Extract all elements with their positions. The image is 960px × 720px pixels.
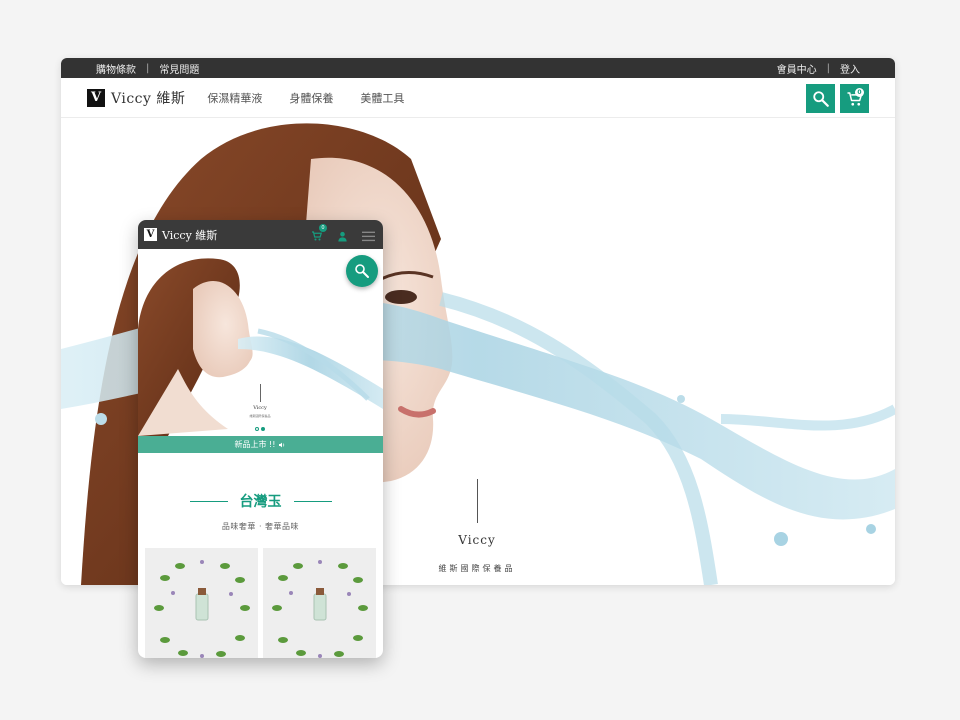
- login-link[interactable]: 登入: [840, 61, 860, 76]
- divider: [189, 500, 228, 502]
- speaker-icon: [279, 442, 285, 447]
- product-grid: [138, 548, 383, 658]
- carousel-dots: [255, 427, 265, 431]
- divider: [293, 500, 332, 502]
- mobile-hero: Viccy 維斯國際保養品: [138, 249, 383, 436]
- news-ticker[interactable]: 新品上市 !!: [138, 436, 383, 453]
- hero-brand: Viccy: [458, 533, 496, 547]
- search-icon: [812, 90, 829, 107]
- product-image: [263, 548, 376, 658]
- product-image: [145, 548, 258, 658]
- ticker-text: 新品上市 !!: [234, 440, 276, 449]
- logo-mark: V: [144, 228, 157, 241]
- hero-subtitle: 維斯國際保養品: [249, 414, 271, 418]
- mobile-window: V Viccy 維斯 0 Viccy 維斯國際保養品 新品上市 !! 台灣玉 品…: [138, 220, 383, 658]
- featured-section: 台灣玉 品味奢華 ‧ 奢華品味: [138, 453, 383, 658]
- menu-item-tools[interactable]: 美體工具: [360, 90, 404, 106]
- hero-subtitle: 維斯國際保養品: [438, 564, 516, 573]
- carousel-dot-active[interactable]: [261, 427, 265, 431]
- cart-count-badge: 0: [319, 224, 327, 232]
- product-card[interactable]: [263, 548, 376, 658]
- hamburger-icon[interactable]: [362, 231, 375, 242]
- mobile-header: V Viccy 維斯 0: [138, 220, 383, 249]
- faq-link[interactable]: 常見問題: [159, 61, 199, 76]
- main-navbar: V Viccy 維斯 保濕精華液 身體保養 美體工具 0: [61, 78, 895, 118]
- user-icon[interactable]: [337, 231, 348, 242]
- search-button[interactable]: [806, 84, 835, 113]
- separator: |: [826, 62, 830, 74]
- logo-text: Viccy 維斯: [111, 90, 186, 107]
- menu-item-serum[interactable]: 保濕精華液: [207, 90, 262, 106]
- site-logo[interactable]: V Viccy 維斯: [87, 88, 185, 108]
- mobile-cart-button[interactable]: 0: [311, 224, 327, 246]
- mobile-hero-caption: Viccy 維斯國際保養品: [246, 384, 274, 418]
- section-subtitle: 品味奢華 ‧ 奢華品味: [221, 522, 300, 531]
- menu-item-body-care[interactable]: 身體保養: [289, 90, 333, 106]
- top-utility-bar: 購物條款 | 常見問題 會員中心 | 登入: [61, 58, 895, 78]
- floating-search-button[interactable]: [346, 255, 378, 287]
- section-title: 台灣玉: [239, 494, 282, 510]
- hero-brand: Viccy: [253, 405, 267, 411]
- carousel-dot[interactable]: [255, 427, 259, 431]
- cart-button[interactable]: 0: [840, 84, 869, 113]
- terms-link[interactable]: 購物條款: [96, 61, 136, 76]
- product-card[interactable]: [145, 548, 258, 658]
- search-icon: [355, 264, 369, 278]
- member-center-link[interactable]: 會員中心: [777, 61, 817, 76]
- cart-count-badge: 0: [855, 88, 864, 97]
- logo-text[interactable]: Viccy 維斯: [162, 227, 217, 243]
- divider: [259, 384, 261, 402]
- separator: |: [146, 62, 150, 74]
- hero-caption: Viccy 維斯國際保養品: [430, 479, 524, 574]
- logo-mark: V: [87, 88, 105, 107]
- main-menu: 保濕精華液 身體保養 美體工具: [207, 90, 404, 106]
- divider: [476, 479, 478, 523]
